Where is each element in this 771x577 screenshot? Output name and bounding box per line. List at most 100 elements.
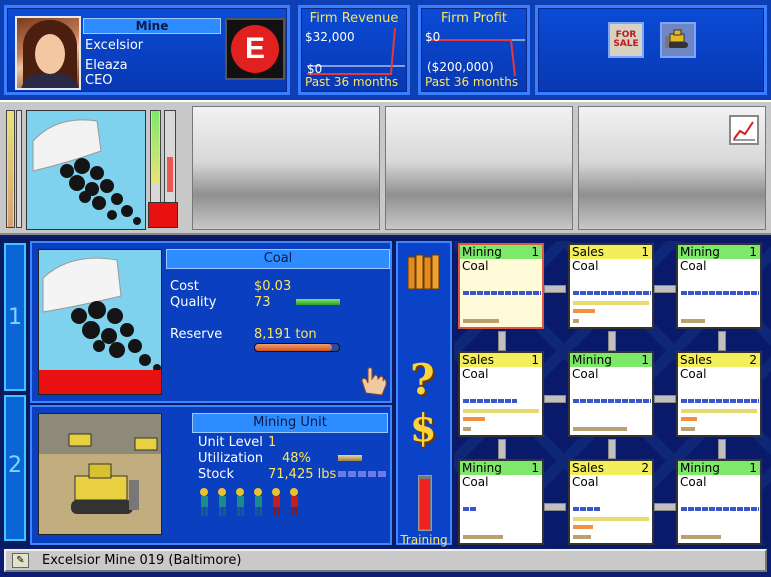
portrait-shirt (21, 74, 79, 88)
coal-product-image[interactable] (26, 110, 146, 230)
unit-layout-grid: Mining 1 Coal Sales 1 Coal Mining 1 Coal (454, 241, 771, 545)
cell-count: 1 (531, 245, 539, 259)
lower-area: 1 2 Coal Cost $0.03 Quality 73 Reserve 8… (0, 237, 771, 547)
bulldozer-button[interactable] (660, 22, 696, 58)
cell-bar-tan (681, 535, 721, 539)
revenue-period: Past 36 months (305, 75, 399, 89)
finance-icon[interactable]: $ (410, 405, 436, 450)
cost-value: $0.03 (254, 279, 292, 294)
rename-button[interactable]: ✎ (12, 553, 29, 568)
grid-cell-2[interactable]: Sales 1 Coal (568, 243, 654, 329)
grid-connector (718, 331, 726, 351)
company-logo[interactable]: E (225, 18, 285, 80)
cell-bar-tan (573, 319, 579, 323)
cell-bar-blue (463, 507, 477, 511)
profit-panel[interactable]: Firm Profit $0 ($200,000) Past 36 months (418, 5, 530, 95)
cell-bar-blue (573, 291, 651, 295)
left-meter-fill (8, 111, 13, 227)
cell-type: Sales 1 (460, 353, 542, 367)
grid-cell-8[interactable]: Sales 2 Coal (568, 459, 654, 545)
grid-cell-4[interactable]: Sales 1 Coal (458, 351, 544, 437)
cell-bar-blue (573, 399, 651, 403)
unit-tab-1[interactable]: 1 (4, 243, 26, 391)
for-sale-icon: FOR SALE (613, 31, 638, 49)
help-icon[interactable]: ? (410, 355, 435, 404)
tab-2-label: 2 (8, 453, 22, 478)
cell-bar-blue (681, 507, 759, 511)
product-status-bar (39, 370, 161, 394)
cell-bar-blue (681, 399, 759, 403)
grid-connector (544, 395, 566, 403)
ceo-panel[interactable]: Mine Excelsior Eleaza CEO E (4, 5, 290, 95)
unit-panel: Mining Unit Unit Level 1 Utilization 48%… (30, 405, 392, 545)
cell-item: Coal (572, 259, 599, 273)
top-bar: Mine Excelsior Eleaza CEO E Firm Revenue… (0, 0, 771, 100)
production-slot-3[interactable] (385, 106, 573, 230)
cell-count: 1 (531, 353, 539, 367)
grid-connector (654, 395, 676, 403)
company-name: Excelsior (85, 38, 144, 53)
reserve-bar-track (254, 343, 340, 352)
cell-bar-blue (573, 507, 601, 511)
ceo-name: Eleaza (85, 58, 128, 73)
cell-item: Coal (462, 475, 489, 489)
unit-picture[interactable] (38, 413, 162, 535)
cell-type-label: Sales (572, 245, 604, 259)
ceo-title: CEO (85, 73, 113, 88)
profit-period: Past 36 months (425, 75, 519, 89)
cell-bar-yellow (573, 301, 649, 305)
coal-sack-icon (32, 119, 141, 225)
cell-bar-tan (573, 427, 627, 431)
unit-tab-2[interactable]: 2 (4, 395, 26, 541)
cell-type-label: Sales (680, 353, 712, 367)
hand-pointer-icon[interactable] (358, 365, 388, 397)
cell-type-label: Mining (462, 245, 502, 259)
cell-bar-orange (573, 309, 595, 313)
for-sale-line2: SALE (613, 39, 639, 49)
cell-count: 1 (749, 461, 757, 475)
cell-item: Coal (680, 475, 707, 489)
reserve-value: 8,191 ton (254, 327, 317, 342)
reserve-bar-fill (255, 344, 333, 351)
cell-bar-blue (463, 399, 517, 403)
revenue-panel[interactable]: Firm Revenue $32,000 $0 Past 36 months (298, 5, 410, 95)
cell-type-label: Mining (680, 245, 720, 259)
action-column: ? $ Training (396, 241, 452, 547)
unit-header: Mining Unit (192, 413, 388, 433)
grid-cell-6[interactable]: Sales 2 Coal (676, 351, 762, 437)
chart-button[interactable] (729, 115, 759, 145)
logo-icon: E (231, 25, 279, 73)
grid-connector (544, 285, 566, 293)
grid-cell-3[interactable]: Mining 1 Coal (676, 243, 762, 329)
cell-count: 1 (641, 245, 649, 259)
reserve-label: Reserve (170, 327, 223, 342)
revenue-max: $32,000 (305, 30, 355, 44)
books-icon[interactable] (406, 251, 442, 291)
level-label: Unit Level (198, 435, 263, 450)
cell-bar-yellow (463, 409, 539, 413)
production-strip (0, 100, 771, 235)
production-slot-2[interactable] (192, 106, 380, 230)
workers-icon (200, 488, 298, 516)
product-picture[interactable] (38, 249, 162, 395)
utilization-bar (338, 455, 362, 461)
grid-cell-7[interactable]: Mining 1 Coal (458, 459, 544, 545)
grid-cell-9[interactable]: Mining 1 Coal (676, 459, 762, 545)
ceo-portrait[interactable] (15, 16, 81, 90)
training-button[interactable]: Training (398, 533, 450, 547)
grid-connector (498, 439, 506, 459)
cell-type-label: Mining (462, 461, 502, 475)
grid-cell-1[interactable]: Mining 1 Coal (458, 243, 544, 329)
quality-value: 73 (254, 295, 271, 310)
cell-type: Sales 2 (570, 461, 652, 475)
training-meter-fill (420, 479, 430, 529)
production-slot-4[interactable] (578, 106, 766, 230)
stock-label: Stock (198, 467, 234, 482)
firm-type-header: Mine (83, 18, 221, 34)
cell-type: Mining 1 (678, 245, 760, 259)
for-sale-button[interactable]: FOR SALE (608, 22, 644, 58)
cell-bar-blue (463, 291, 541, 295)
line-chart-icon (733, 121, 755, 141)
grid-cell-5[interactable]: Mining 1 Coal (568, 351, 654, 437)
tab-1-label: 1 (8, 305, 22, 330)
